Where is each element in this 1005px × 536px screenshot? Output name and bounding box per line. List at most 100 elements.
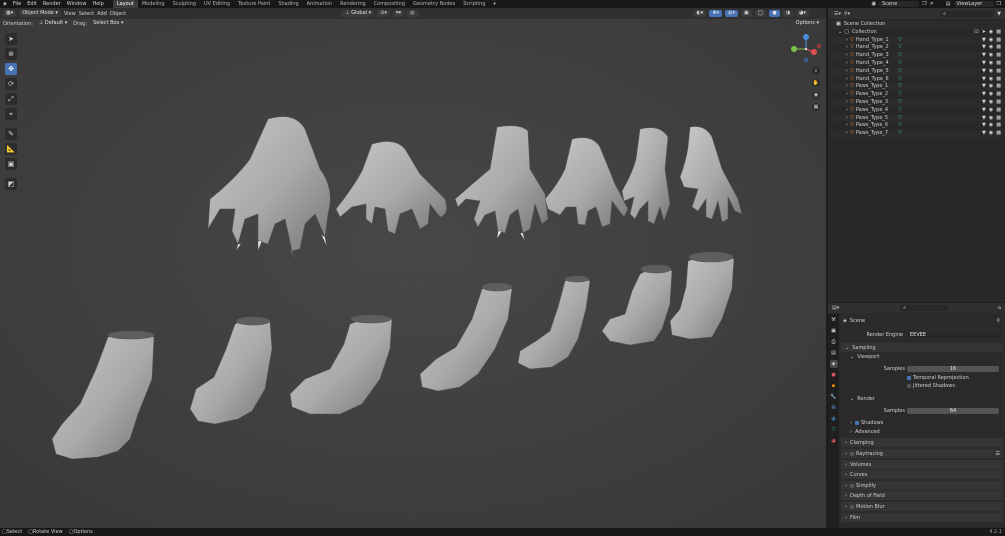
sampling-panel-header[interactable]: ⌄ Sampling	[841, 343, 1003, 352]
expand-chevron-icon[interactable]: ›	[846, 130, 848, 138]
outliner-object-row[interactable]: › ▽ Paws_Type_6 ▽ ▼ ◉ ▩	[828, 122, 1005, 130]
viewport-subpanel-header[interactable]: ⌄ Viewport	[841, 352, 1005, 361]
mesh-data-icon[interactable]: ▽	[898, 52, 902, 60]
temporal-reprojection-checkbox[interactable]	[907, 375, 911, 380]
shading-wireframe-icon[interactable]: ◯	[754, 10, 767, 17]
expand-chevron-icon[interactable]: ›	[846, 76, 848, 84]
outliner-object-row[interactable]: › ▽ Hand_Type_1 ▽ ▼ ◉ ▩	[828, 36, 1005, 45]
raytracing-preset-icon[interactable]: ☰	[996, 451, 1000, 457]
camera-icon[interactable]: ▩	[996, 29, 1001, 37]
outliner-editor-type-icon[interactable]: ☰▾	[834, 11, 841, 17]
menu-help[interactable]: Help	[89, 1, 106, 7]
scene-tab-icon[interactable]: ◈	[829, 360, 838, 368]
object-visibility[interactable]: ▼ ◉ ▩	[982, 122, 1001, 130]
eye-icon[interactable]: ◉	[989, 60, 993, 68]
select-tool-icon[interactable]: ➤	[5, 33, 17, 45]
mesh-data-icon[interactable]: ▽	[898, 91, 902, 99]
filter-icon[interactable]: ▼	[982, 99, 986, 107]
eye-icon[interactable]: ◉	[989, 68, 993, 76]
menu-view[interactable]: View	[64, 11, 76, 17]
object-visibility[interactable]: ▼ ◉ ▩	[982, 130, 1001, 138]
pan-hand-icon[interactable]: ✋	[812, 79, 820, 87]
object-visibility[interactable]: ▼ ◉ ▩	[982, 60, 1001, 68]
overlay-toggle-icon[interactable]: ◍▾	[725, 10, 739, 17]
tab-compositing[interactable]: Compositing	[370, 0, 409, 8]
expand-chevron-icon[interactable]: ›	[846, 37, 848, 45]
proportional-edit-icon[interactable]: ◎	[407, 10, 418, 17]
select-arrow-icon[interactable]: ➤	[982, 29, 986, 37]
raytracing-checkbox[interactable]	[850, 451, 854, 456]
shading-solid-icon[interactable]: ●	[769, 10, 780, 17]
filter-icon[interactable]: ▼	[982, 52, 986, 60]
expand-chevron-icon[interactable]: ›	[846, 122, 848, 130]
filter-icon[interactable]: ▼	[982, 68, 986, 76]
volumes-panel[interactable]: › Volumes	[841, 460, 1003, 469]
modifier-tab-icon[interactable]: 🔧	[830, 393, 838, 401]
outliner-object-row[interactable]: › ▽ Paws_Type_7 ▽ ▼ ◉ ▩	[828, 130, 1005, 138]
shadows-checkbox[interactable]	[855, 420, 859, 425]
mesh-data-icon[interactable]: ▽	[898, 76, 902, 84]
copy-scene-icon[interactable]: ❐	[922, 1, 926, 7]
object-visibility[interactable]: ▼ ◉ ▩	[982, 83, 1001, 91]
annotate-tool-icon[interactable]: ✎	[5, 128, 17, 140]
shadows-subpanel-header[interactable]: › Shadows	[841, 418, 1005, 427]
mesh-data-icon[interactable]: ▽	[898, 44, 902, 52]
outliner-search-input[interactable]: ⌕	[940, 10, 995, 17]
view-layer-icon[interactable]: ▤	[946, 1, 951, 7]
mesh-data-icon[interactable]: ▽	[898, 60, 902, 68]
add-cube-tool-icon[interactable]: ▣	[5, 158, 17, 170]
object-visibility[interactable]: ▼ ◉ ▩	[982, 68, 1001, 76]
measure-tool-icon[interactable]: 📐	[5, 143, 17, 155]
outliner-object-row[interactable]: › ▽ Paws_Type_2 ▽ ▼ ◉ ▩	[828, 91, 1005, 99]
mesh-data-icon[interactable]: ▽	[898, 68, 902, 76]
camera-icon[interactable]: ▩	[996, 130, 1001, 138]
expand-chevron-icon[interactable]: ›	[846, 60, 848, 68]
editor-type-dropdown[interactable]: ▦▾	[3, 10, 17, 17]
object-visibility[interactable]: ▼ ◉ ▩	[982, 91, 1001, 99]
drag-dropdown[interactable]: Select Box ▾	[90, 20, 127, 27]
move-tool-icon[interactable]: ✥	[5, 63, 17, 75]
menu-object[interactable]: Object	[110, 11, 126, 17]
render-engine-dropdown[interactable]: EEVEE	[907, 331, 1001, 338]
physics-tab-icon[interactable]: ◍	[830, 415, 838, 423]
camera-icon[interactable]: ▩	[996, 60, 1001, 68]
pin-icon[interactable]: ⚲	[996, 318, 1000, 324]
camera-icon[interactable]: ▩	[996, 107, 1001, 115]
expand-chevron-icon[interactable]: ›	[846, 91, 848, 99]
mesh-data-icon[interactable]: ▽	[898, 83, 902, 91]
filter-icon[interactable]: ▼	[982, 115, 986, 123]
tab-layout[interactable]: Layout	[112, 0, 138, 8]
visibility-icon[interactable]: ◐▾	[693, 10, 707, 17]
outliner-object-row[interactable]: › ▽ Hand_Type_4 ▽ ▼ ◉ ▩	[828, 60, 1005, 68]
particles-tab-icon[interactable]: ⁂	[830, 404, 838, 412]
view-layer-field[interactable]: ViewLayer	[953, 1, 994, 7]
eye-icon[interactable]: ◉	[989, 91, 993, 99]
render-subpanel-header[interactable]: ⌄ Render	[841, 394, 1005, 403]
object-tab-icon[interactable]: ▪	[830, 382, 838, 390]
viewport-samples-field[interactable]: 16	[907, 365, 999, 372]
outliner-object-row[interactable]: › ▽ Hand_Type_2 ▽ ▼ ◉ ▩	[828, 44, 1005, 52]
eye-icon[interactable]: ◉	[989, 107, 993, 115]
output-tab-icon[interactable]: ⎙	[830, 338, 838, 346]
expand-chevron-icon[interactable]: ›	[846, 44, 848, 52]
delete-scene-icon[interactable]: ✕	[930, 1, 934, 7]
camera-view-icon[interactable]: ◉	[812, 91, 820, 99]
expand-chevron-icon[interactable]: ›	[846, 115, 848, 123]
eye-icon[interactable]: ◉	[989, 130, 993, 138]
expand-chevron-icon[interactable]: ›	[846, 99, 848, 107]
data-tab-icon[interactable]: ▽	[830, 426, 838, 434]
filter-icon[interactable]: ▼	[982, 130, 986, 138]
filter-icon[interactable]: ▼	[982, 44, 986, 52]
object-visibility[interactable]: ▼ ◉ ▩	[982, 107, 1001, 115]
scene-icon[interactable]: ▣	[871, 1, 876, 7]
curves-panel[interactable]: › Curves	[841, 470, 1003, 479]
filter-icon[interactable]: ▼	[982, 91, 986, 99]
expand-chevron-icon[interactable]: ›	[846, 83, 848, 91]
camera-icon[interactable]: ▩	[996, 52, 1001, 60]
motion-blur-panel[interactable]: › Motion Blur	[841, 502, 1003, 511]
camera-icon[interactable]: ▩	[996, 68, 1001, 76]
tab-scripting[interactable]: Scripting	[459, 0, 489, 8]
camera-icon[interactable]: ▩	[996, 44, 1001, 52]
expand-chevron-icon[interactable]: ›	[846, 68, 848, 76]
eye-icon[interactable]: ◉	[989, 76, 993, 84]
